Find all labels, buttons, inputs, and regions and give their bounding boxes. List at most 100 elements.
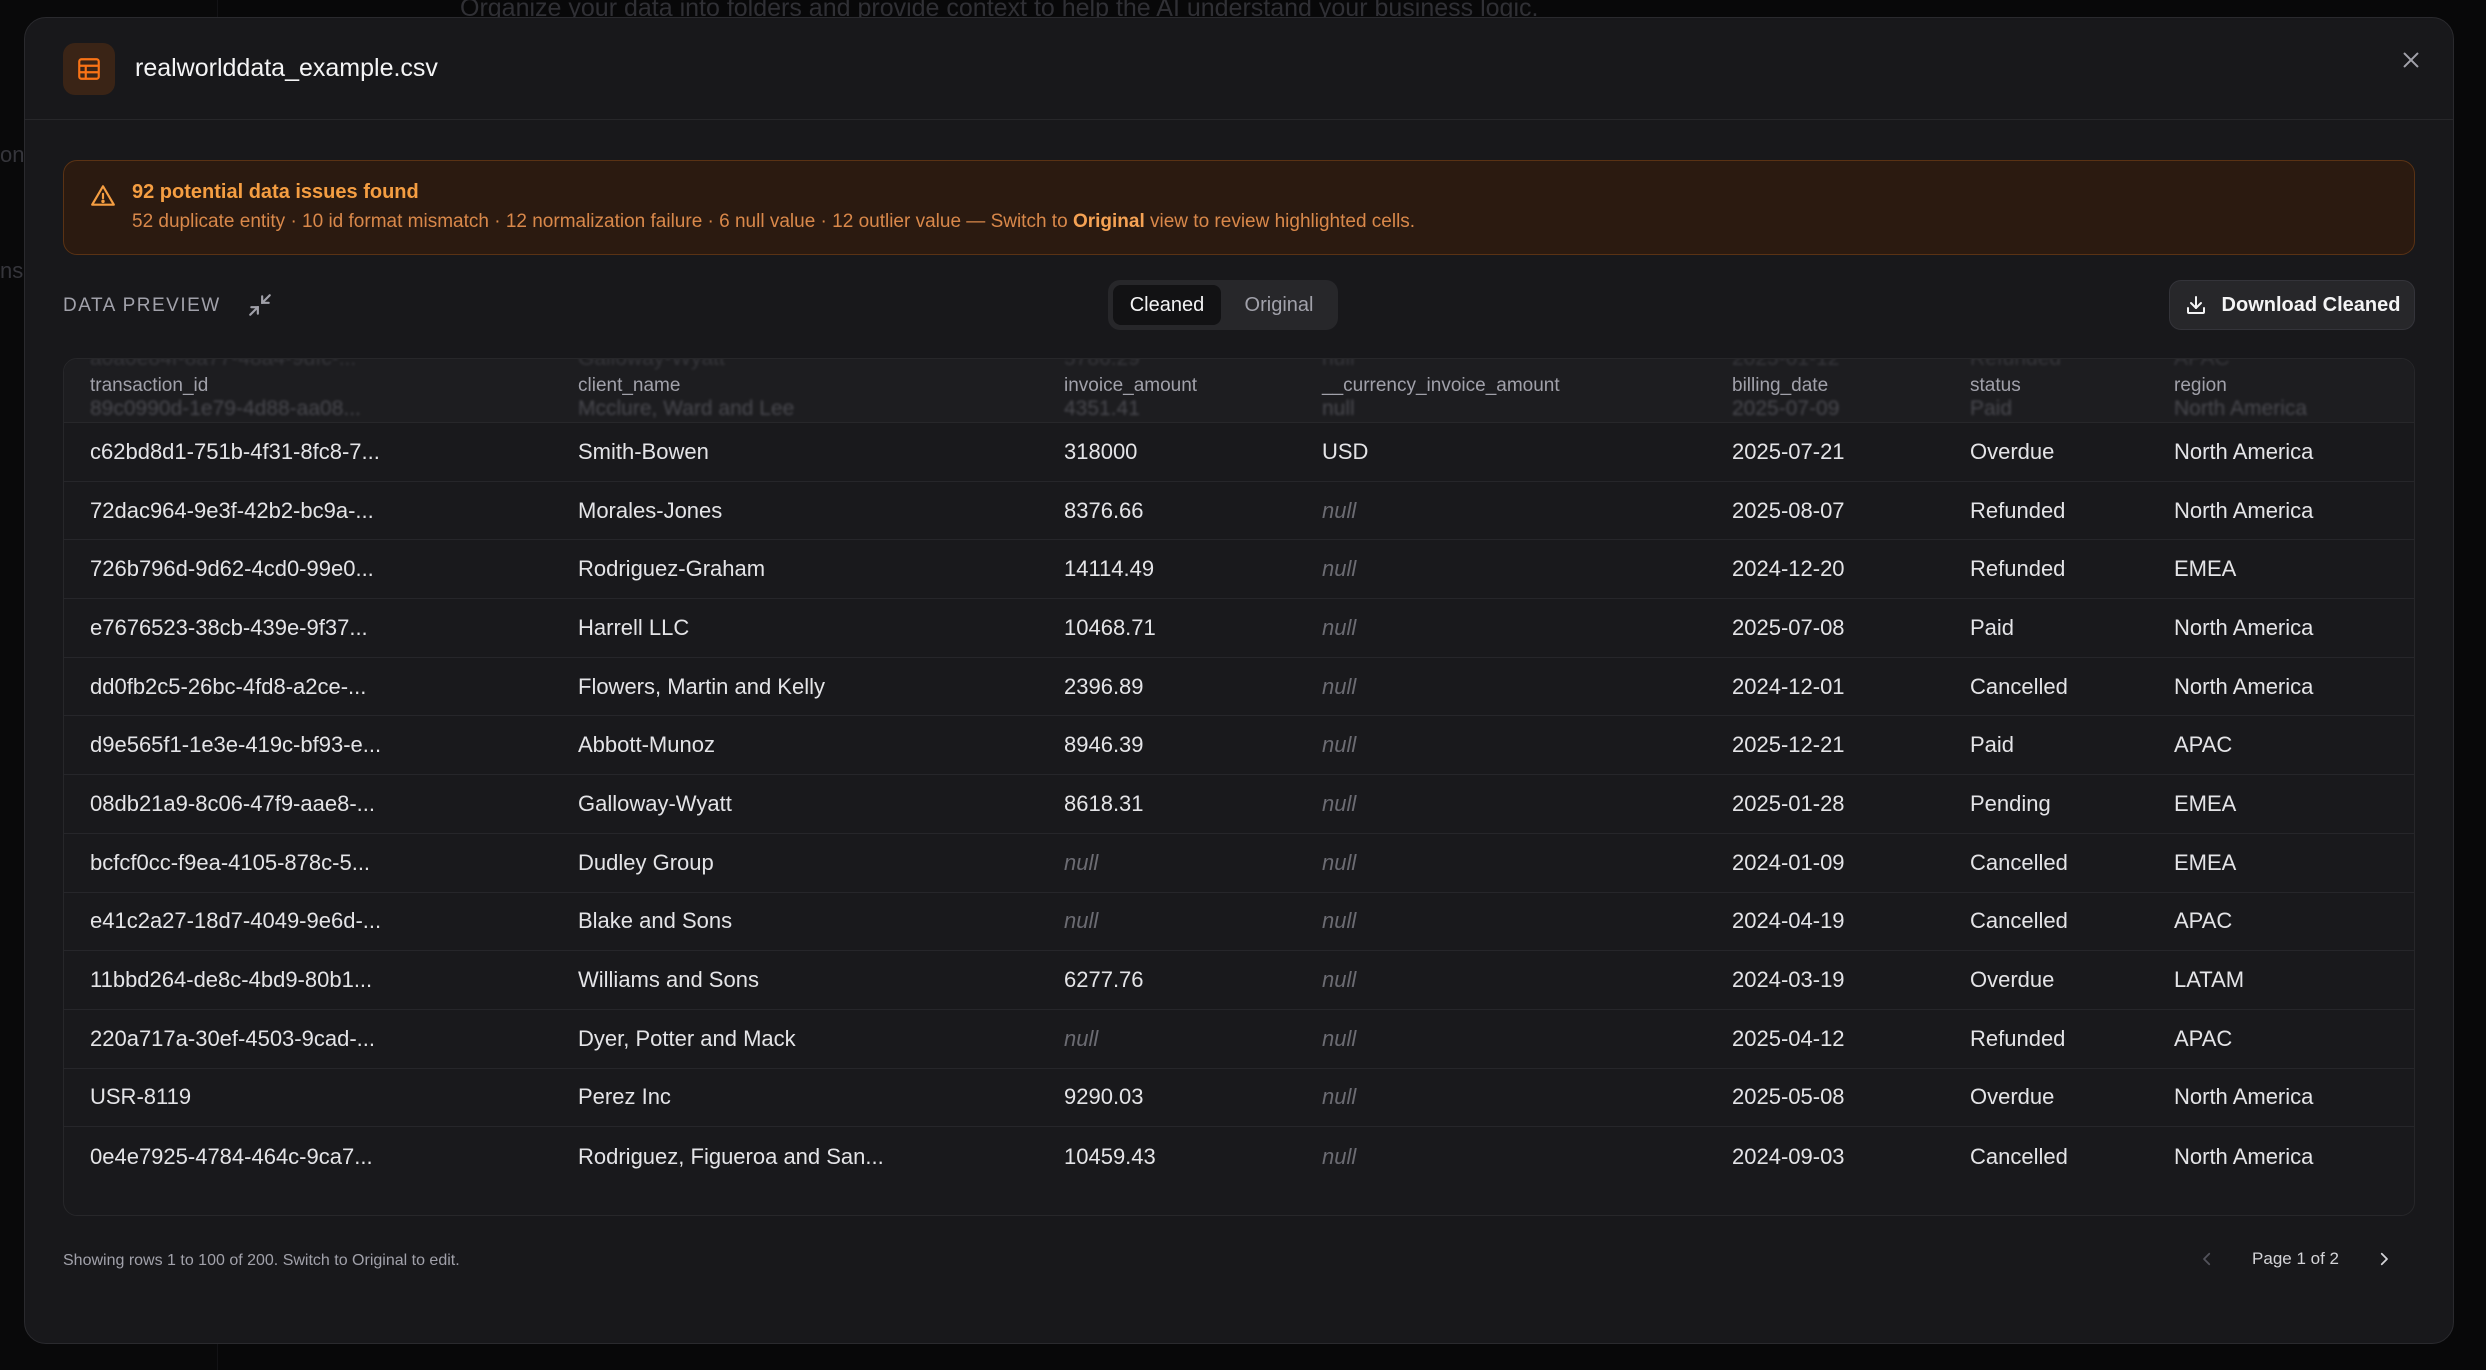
cell-transaction-id: c62bd8d1-751b-4f31-8fc8-7...: [90, 438, 380, 464]
cell-region: EMEA: [2174, 790, 2237, 816]
cell-billing-date: 2024-12-20: [1732, 556, 1845, 582]
collapse-button[interactable]: [247, 292, 273, 318]
ghost-cell: a0a0e84f-8a77-48a4-9dfc-...: [90, 359, 356, 371]
table-icon: [63, 42, 115, 95]
download-cleaned-button[interactable]: Download Cleaned: [2169, 280, 2415, 330]
warning-icon: [91, 185, 115, 206]
column-header-transaction-id[interactable]: transaction_id: [90, 375, 208, 397]
cell-invoice-amount: 14114.49: [1064, 556, 1155, 582]
cell-region: North America: [2174, 1084, 2314, 1110]
next-page-button[interactable]: [2367, 1242, 2401, 1276]
row-count-status: Showing rows 1 to 100 of 200. Switch to …: [63, 1252, 460, 1269]
column-headers: transaction_id client_name invoice_amoun…: [64, 375, 2414, 405]
table-row[interactable]: e7676523-38cb-439e-9f37... Harrell LLC 104…: [64, 599, 2414, 658]
download-icon: [2186, 296, 2205, 314]
cell-client-name: Dudley Group: [578, 849, 714, 875]
cell-billing-date: 2025-12-21: [1732, 732, 1845, 758]
banner-detail: 52 duplicate entity · 10 id format misma…: [132, 211, 1415, 233]
table-row[interactable]: 0e4e7925-4784-464c-9ca7... Rodriguez, Fig…: [64, 1127, 2414, 1186]
cell-status: Cancelled: [1970, 908, 2068, 934]
column-header-currency-invoice-amount[interactable]: __currency_invoice_amount: [1322, 375, 1560, 397]
table-row[interactable]: 726b796d-9d62-4cd0-99e0... Rodriguez-Grah…: [64, 540, 2414, 600]
cell-region: APAC: [2174, 908, 2233, 934]
cell-billing-date: 2024-09-03: [1732, 1143, 1845, 1169]
column-header-billing-date[interactable]: billing_date: [1732, 375, 1828, 397]
column-header-status[interactable]: status: [1970, 375, 2021, 397]
banner-detail-suffix: view to review highlighted cells.: [1144, 211, 1416, 232]
cell-region: EMEA: [2174, 556, 2237, 582]
cell-currency-invoice-amount: null: [1322, 908, 1357, 934]
cell-billing-date: 2025-07-08: [1732, 614, 1845, 640]
ghost-cell: 2025-01-12: [1732, 359, 1839, 371]
cell-currency-invoice-amount: null: [1322, 732, 1357, 758]
banner-original-emphasis: Original: [1072, 211, 1145, 232]
table-row[interactable]: e41c2a27-18d7-4049-9e6d-... Blake and Son…: [64, 893, 2414, 952]
table-body: c62bd8d1-751b-4f31-8fc8-7... Smith-Bowen 3…: [64, 423, 2414, 1186]
close-button[interactable]: [2391, 40, 2431, 80]
cell-currency-invoice-amount: null: [1322, 1084, 1357, 1110]
table-row[interactable]: 11bbd264-de8c-4bd9-80b1... Williams and S…: [64, 951, 2414, 1010]
column-header-client-name[interactable]: client_name: [578, 375, 680, 397]
cell-status: Refunded: [1970, 497, 2066, 523]
cell-transaction-id: 220a717a-30ef-4503-9cad-...: [90, 1025, 375, 1051]
cell-client-name: Dyer, Potter and Mack: [578, 1025, 796, 1051]
cell-invoice-amount: 8946.39: [1064, 732, 1144, 758]
cell-billing-date: 2025-07-21: [1732, 438, 1845, 464]
cell-currency-invoice-amount: null: [1322, 673, 1357, 699]
cell-transaction-id: bcfcf0cc-f9ea-4105-878c-5...: [90, 849, 371, 875]
cell-invoice-amount: 6277.76: [1064, 967, 1144, 993]
chevron-left-icon: [2203, 1252, 2211, 1266]
table-row[interactable]: USR-8119 Perez Inc 9290.03 null 2025-05-08 Ov…: [64, 1069, 2414, 1128]
cell-client-name: Abbott-Munoz: [578, 732, 715, 758]
cell-billing-date: 2024-01-09: [1732, 849, 1845, 875]
cell-client-name: Galloway-Wyatt: [578, 790, 732, 816]
cell-client-name: Perez Inc: [578, 1084, 671, 1110]
cell-invoice-amount: null: [1064, 908, 1099, 934]
cell-region: APAC: [2174, 1025, 2233, 1051]
cell-transaction-id: 08db21a9-8c06-47f9-aae8-...: [90, 790, 375, 816]
cell-billing-date: 2024-12-01: [1732, 673, 1845, 699]
cell-currency-invoice-amount: null: [1322, 497, 1357, 523]
cell-invoice-amount: 8618.31: [1064, 790, 1144, 816]
cell-status: Paid: [1970, 732, 2015, 758]
cell-transaction-id: USR-8119: [90, 1084, 192, 1110]
table-row[interactable]: 72dac964-9e3f-42b2-bc9a-... Morales-Jones…: [64, 482, 2414, 541]
cell-status: Overdue: [1970, 1084, 2055, 1110]
table-row[interactable]: c62bd8d1-751b-4f31-8fc8-7... Smith-Bowen 3…: [64, 423, 2414, 482]
table-row[interactable]: dd0fb2c5-26bc-4fd8-a2ce-... Flowers, Mart…: [64, 658, 2414, 717]
cell-client-name: Rodriguez-Graham: [578, 556, 766, 582]
cell-currency-invoice-amount: null: [1322, 790, 1357, 816]
banner-title: 92 potential data issues found: [132, 181, 419, 203]
cell-transaction-id: e41c2a27-18d7-4049-9e6d-...: [90, 908, 382, 934]
cell-client-name: Harrell LLC: [578, 614, 690, 640]
table-row[interactable]: 08db21a9-8c06-47f9-aae8-... Galloway-Wyat…: [64, 775, 2414, 834]
cell-currency-invoice-amount: null: [1322, 1025, 1357, 1051]
cell-transaction-id: d9e565f1-1e3e-419c-bf93-e...: [90, 732, 382, 758]
cell-billing-date: 2025-01-28: [1732, 790, 1845, 816]
cell-billing-date: 2025-04-12: [1732, 1025, 1845, 1051]
cell-invoice-amount: 10468.71: [1064, 614, 1156, 640]
cell-transaction-id: 11bbd264-de8c-4bd9-80b1...: [90, 967, 373, 993]
cell-region: North America: [2174, 497, 2314, 523]
previous-page-button[interactable]: [2190, 1242, 2224, 1276]
chevron-right-icon: [2380, 1252, 2388, 1266]
view-original-tab[interactable]: Original: [1225, 285, 1333, 325]
cell-transaction-id: 726b796d-9d62-4cd0-99e0...: [90, 556, 374, 582]
cell-client-name: Blake and Sons: [578, 908, 733, 934]
cell-client-name: Morales-Jones: [578, 497, 723, 523]
cell-region: North America: [2174, 1143, 2314, 1169]
column-header-invoice-amount[interactable]: invoice_amount: [1064, 375, 1197, 397]
banner-detail-prefix: 52 duplicate entity · 10 id format misma…: [132, 211, 1073, 232]
file-preview-modal: realworlddata_example.csv 92 potential d…: [24, 17, 2454, 1344]
cell-invoice-amount: null: [1064, 1025, 1099, 1051]
view-cleaned-tab[interactable]: Cleaned: [1113, 285, 1221, 325]
table-row[interactable]: d9e565f1-1e3e-419c-bf93-e... Abbott-Munoz…: [64, 716, 2414, 776]
table-row[interactable]: 220a717a-30ef-4503-9cad-... Dyer, Potter …: [64, 1010, 2414, 1069]
cell-client-name: Rodriguez, Figueroa and San...: [578, 1143, 884, 1169]
cell-status: Cancelled: [1970, 673, 2068, 699]
ghost-cell: null: [1322, 359, 1355, 371]
column-header-region[interactable]: region: [2174, 375, 2227, 397]
cell-region: North America: [2174, 673, 2314, 699]
table-row[interactable]: bcfcf0cc-f9ea-4105-878c-5... Dudley Group…: [64, 834, 2414, 893]
modal-header: realworlddata_example.csv: [25, 18, 2453, 120]
